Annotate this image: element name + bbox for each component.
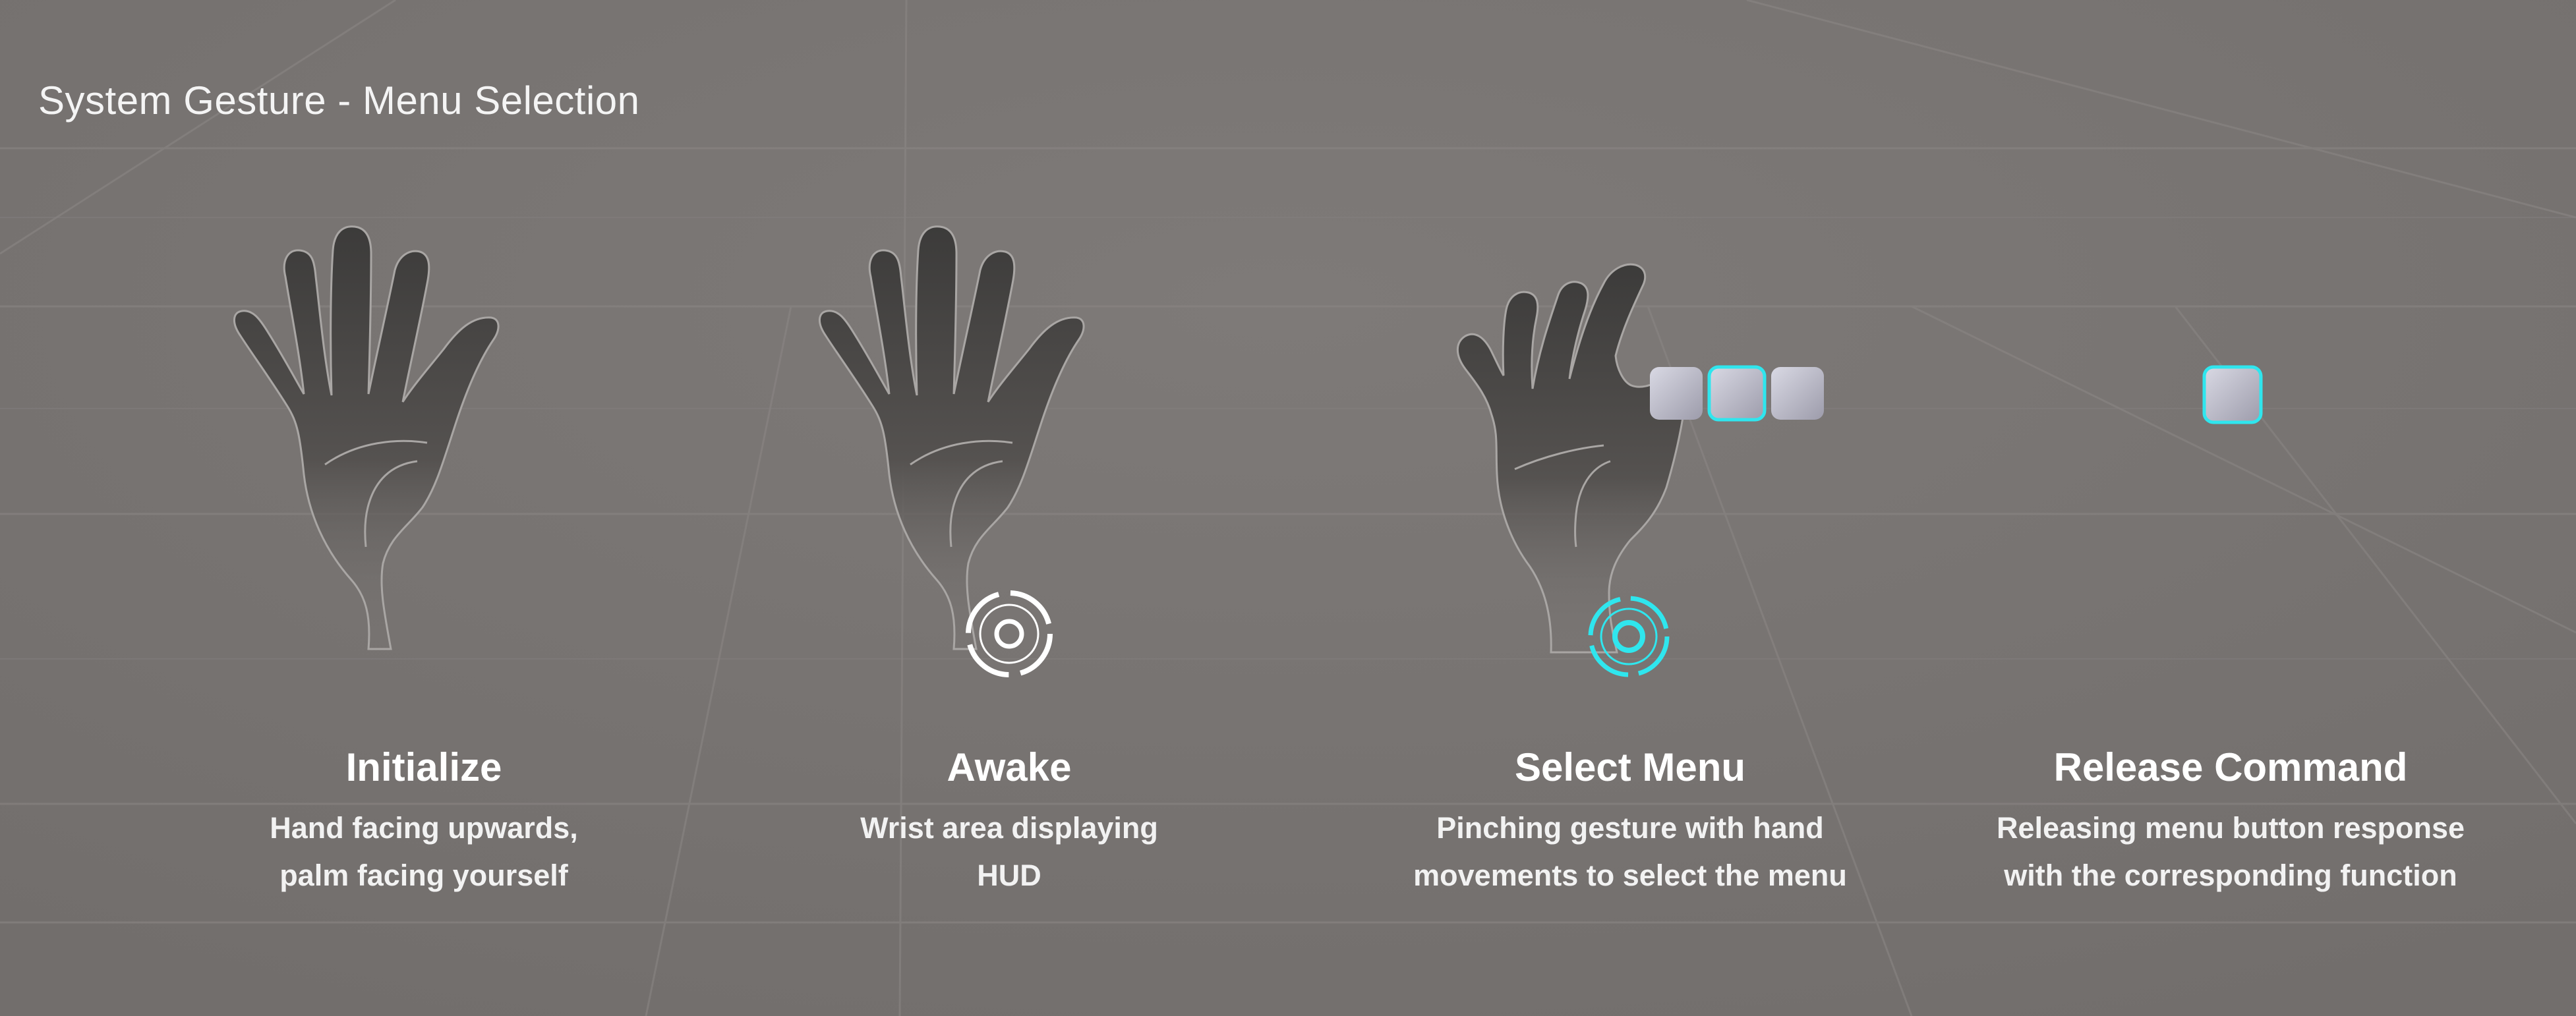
- hud-icon: [966, 590, 1053, 677]
- step-initialize: Initialize Hand facing upwards, palm fac…: [127, 0, 720, 1016]
- open-hand-icon: [233, 225, 500, 650]
- step-description: Releasing menu button response with the …: [1996, 811, 2465, 892]
- step-title: Select Menu: [1514, 745, 1746, 789]
- step-description: Wrist area displaying HUD: [860, 811, 1158, 892]
- step-title: Release Command: [2053, 745, 2408, 789]
- hud-active-icon: [1588, 596, 1670, 677]
- open-hand-with-hud-icon: [819, 225, 1085, 677]
- step-description: Pinching gesture with hand movements to …: [1413, 811, 1847, 892]
- step-description: Hand facing upwards, palm facing yoursel…: [270, 811, 578, 892]
- step-title: Awake: [947, 745, 1072, 789]
- menu-buttons-icon: [1650, 365, 1824, 422]
- step-awake: Awake Wrist area displaying HUD: [713, 0, 1306, 1016]
- step-select-menu: Select Menu Pinching gesture with hand m…: [1333, 0, 1927, 1016]
- released-menu-button-icon: [2202, 365, 2263, 424]
- step-release-command: Release Command Releasing menu button re…: [1934, 0, 2527, 1016]
- pinching-hand-with-menu-icon: [1456, 263, 1824, 677]
- step-title: Initialize: [345, 745, 502, 789]
